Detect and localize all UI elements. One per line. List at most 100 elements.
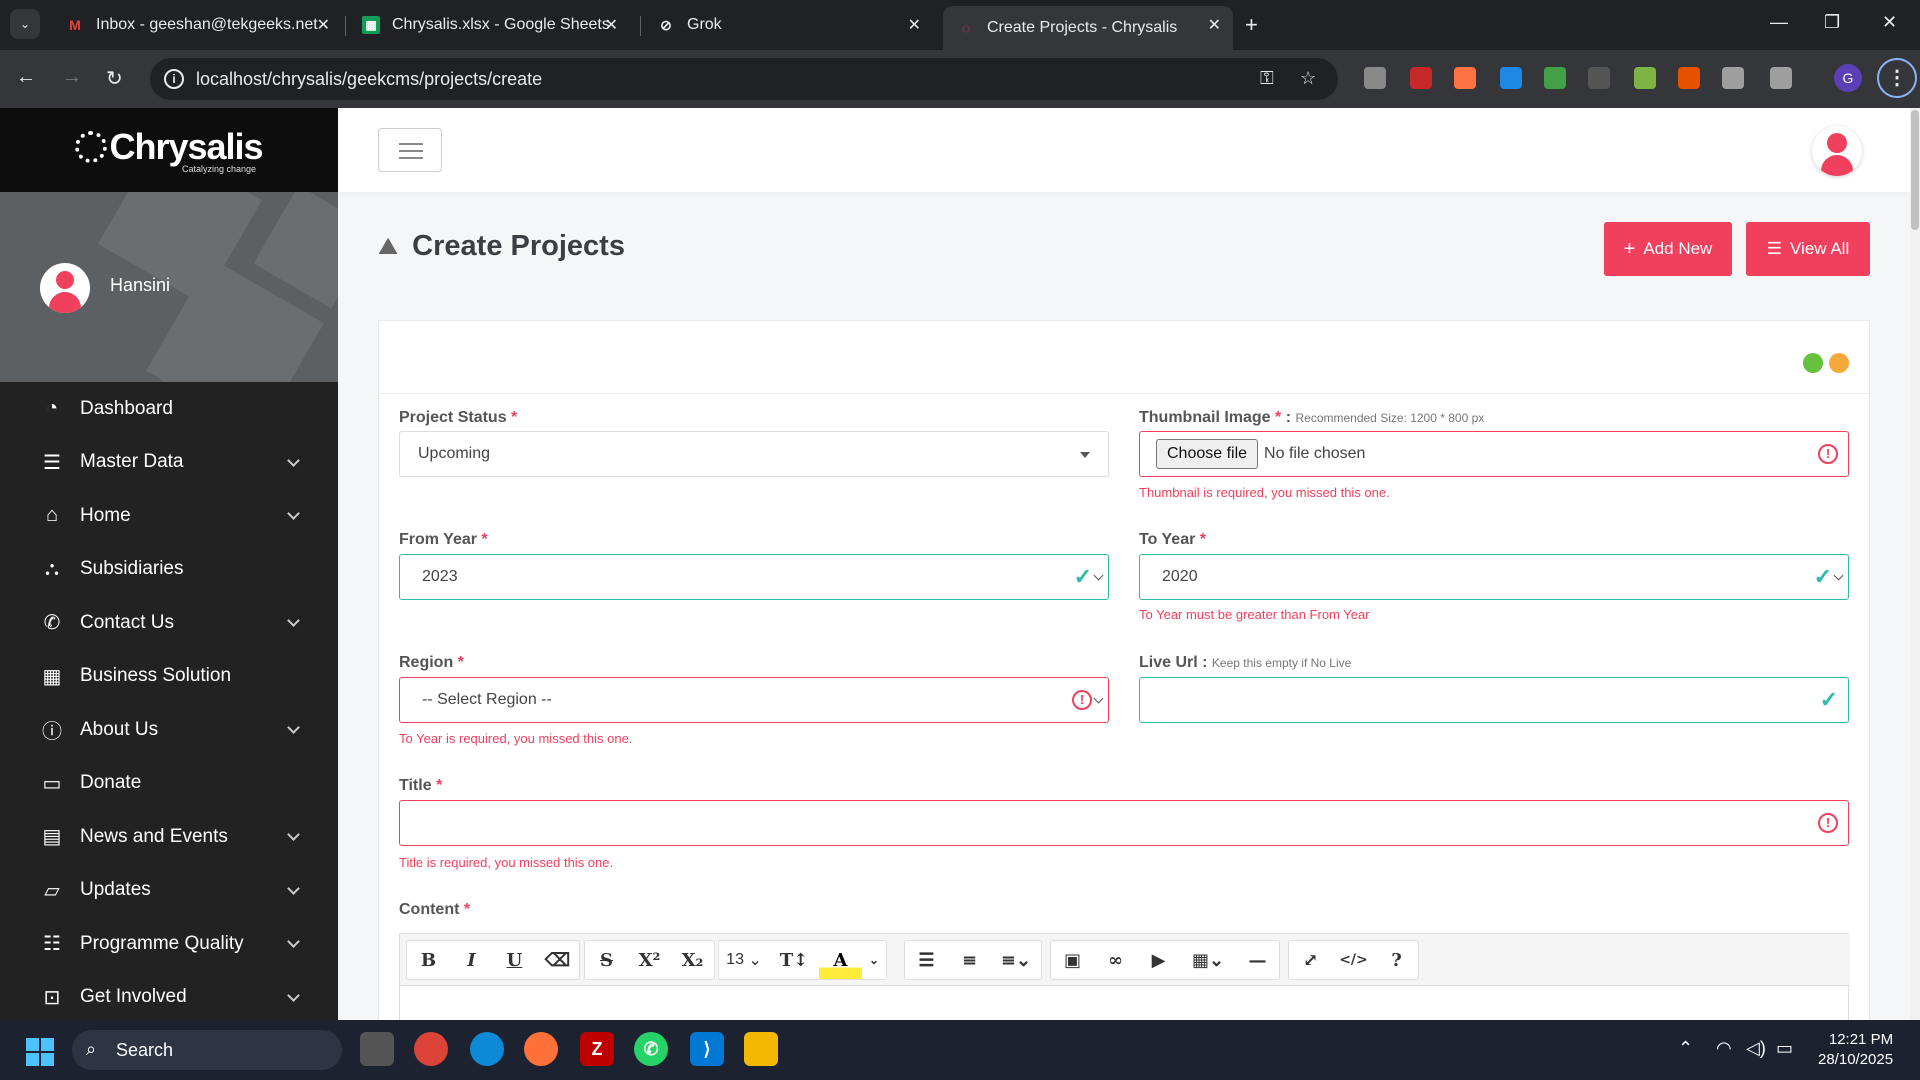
- close-icon[interactable]: ✕: [605, 15, 618, 35]
- italic-button[interactable]: I: [450, 941, 493, 979]
- profile-avatar[interactable]: G: [1834, 64, 1862, 92]
- sidebar-item-contact-us[interactable]: ✆ Contact Us: [0, 596, 338, 650]
- whatsapp-app-icon[interactable]: ✆: [634, 1032, 668, 1066]
- camera-extension-icon[interactable]: [1364, 67, 1386, 89]
- battery-icon[interactable]: ▭: [1776, 1038, 1793, 1059]
- sidebar-item-get-involved[interactable]: ⊡ Get Involved: [0, 971, 338, 1021]
- sheets-icon: ▦: [362, 16, 380, 34]
- chrome-menu-icon[interactable]: ⋮: [1877, 58, 1917, 98]
- header-user-avatar[interactable]: [1812, 126, 1862, 176]
- tab-gmail[interactable]: M Inbox - geeshan@tekgeeks.net ✕: [52, 6, 342, 44]
- help-icon[interactable]: ?: [1375, 941, 1418, 979]
- subscript-button[interactable]: X₂: [671, 941, 714, 979]
- bullet-list-button[interactable]: ☰: [905, 941, 948, 979]
- taskbar-search[interactable]: ⌕ Search: [72, 1030, 342, 1070]
- system-clock[interactable]: 12:21 PM 28/10/2025: [1818, 1030, 1893, 1070]
- view-all-button[interactable]: ☰ View All: [1746, 222, 1870, 276]
- video-icon[interactable]: ▶: [1137, 941, 1180, 979]
- live-url-input[interactable]: ✓: [1139, 677, 1849, 723]
- forward-icon[interactable]: →: [62, 66, 82, 89]
- tab-create-projects[interactable]: ◌ Create Projects - Chrysalis ✕: [943, 6, 1233, 50]
- bold-button[interactable]: B: [407, 941, 450, 979]
- user-avatar[interactable]: [40, 263, 90, 313]
- extensions-icon[interactable]: [1770, 67, 1792, 89]
- restore-icon[interactable]: ❐: [1824, 12, 1840, 33]
- close-icon[interactable]: ✕: [317, 15, 330, 35]
- site-info-icon[interactable]: i: [164, 69, 184, 89]
- sidebar-item-home[interactable]: ⌂ Home: [0, 489, 338, 543]
- link-icon[interactable]: ∞: [1094, 941, 1137, 979]
- firefox-app-icon[interactable]: [524, 1032, 558, 1066]
- align-button[interactable]: ≡⌄: [991, 941, 1041, 979]
- disabled-extension-icon[interactable]: [1588, 67, 1610, 89]
- sidebar-item-updates[interactable]: ▱ Updates: [0, 864, 338, 918]
- text-height-button[interactable]: T↕: [769, 941, 819, 979]
- pen-extension-icon[interactable]: [1678, 67, 1700, 89]
- sidebar-item-business-solution[interactable]: ▦ Business Solution: [0, 650, 338, 704]
- sidebar-item-dashboard[interactable]: ◔ Dashboard: [0, 382, 338, 436]
- sidebar-item-donate[interactable]: ▭ Donate: [0, 757, 338, 811]
- bookmark-star-icon[interactable]: ☆: [1300, 68, 1316, 89]
- strikethrough-button[interactable]: S: [585, 941, 628, 979]
- minimize-icon[interactable]: —: [1770, 12, 1788, 33]
- window-close-icon[interactable]: ✕: [1882, 12, 1897, 33]
- chevron-up-icon[interactable]: ⌃: [1678, 1038, 1693, 1059]
- underline-button[interactable]: U: [493, 941, 536, 979]
- chrome-app-icon[interactable]: [414, 1032, 448, 1066]
- highlight-color-button[interactable]: A: [819, 941, 862, 979]
- back-icon[interactable]: ←: [16, 66, 36, 89]
- fullscreen-icon[interactable]: ⤢: [1289, 941, 1332, 979]
- address-bar[interactable]: i localhost/chrysalis/geekcms/projects/c…: [150, 58, 1338, 100]
- sidebar-item-programme-quality[interactable]: ☷ Programme Quality: [0, 917, 338, 971]
- region-select[interactable]: -- Select Region -- !: [399, 677, 1109, 723]
- bug-extension-icon[interactable]: [1544, 67, 1566, 89]
- chevron-down-icon[interactable]: ⌄: [862, 941, 886, 979]
- tab-sheets[interactable]: ▦ Chrysalis.xlsx - Google Sheets ✕: [348, 6, 630, 44]
- thumbnail-error: Thumbnail is required, you missed this o…: [1139, 485, 1390, 500]
- tab-grok[interactable]: ⊘ Grok ✕: [643, 6, 933, 44]
- to-year-select[interactable]: 2020 ✓: [1139, 554, 1849, 600]
- reload-icon[interactable]: ↻: [106, 66, 123, 91]
- chrysalis-logo[interactable]: Chrysalis Catalyzing change: [0, 108, 338, 192]
- choose-file-button[interactable]: Choose file: [1156, 439, 1259, 469]
- horizontal-rule-icon[interactable]: —: [1236, 941, 1279, 979]
- page-scrollbar[interactable]: [1910, 108, 1920, 1020]
- sidebar-item-news-and-events[interactable]: ▤ News and Events: [0, 810, 338, 864]
- close-icon[interactable]: ✕: [908, 15, 921, 35]
- task-view-icon[interactable]: [360, 1032, 394, 1066]
- password-key-icon[interactable]: ⚿: [1260, 68, 1274, 89]
- windows-start-icon[interactable]: [26, 1038, 54, 1066]
- edge-app-icon[interactable]: [470, 1032, 504, 1066]
- volume-icon[interactable]: ◁): [1746, 1038, 1766, 1059]
- project-status-select[interactable]: Upcoming: [399, 431, 1109, 477]
- url-text[interactable]: localhost/chrysalis/geekcms/projects/cre…: [196, 69, 542, 90]
- eraser-icon[interactable]: ⌫: [536, 941, 579, 979]
- seo-extension-icon[interactable]: [1410, 67, 1432, 89]
- scrollbar-thumb[interactable]: [1911, 110, 1919, 230]
- puzzle-color-extension-icon[interactable]: [1634, 67, 1656, 89]
- fox-extension-icon[interactable]: [1454, 67, 1476, 89]
- thumbnail-file-input[interactable]: Choose file No file chosen !: [1139, 431, 1849, 477]
- file-explorer-app-icon[interactable]: [744, 1032, 778, 1066]
- font-size-select[interactable]: 13 ⌄: [719, 941, 769, 979]
- sidebar-item-master-data[interactable]: ☰ Master Data: [0, 436, 338, 490]
- tag-extension-icon[interactable]: [1500, 67, 1522, 89]
- sidebar-item-subsidiaries[interactable]: ⛬ Subsidiaries: [0, 543, 338, 597]
- close-icon[interactable]: ✕: [1208, 15, 1221, 35]
- add-new-button[interactable]: + Add New: [1604, 222, 1732, 276]
- from-year-select[interactable]: 2023 ✓: [399, 554, 1109, 600]
- title-input[interactable]: !: [399, 800, 1849, 846]
- code-view-icon[interactable]: </>: [1332, 941, 1375, 979]
- vscode-app-icon[interactable]: ⟩: [690, 1032, 724, 1066]
- filezilla-app-icon[interactable]: Z: [580, 1032, 614, 1066]
- sidebar-item-about-us[interactable]: ⓘ About Us: [0, 703, 338, 757]
- table-icon[interactable]: ▦⌄: [1180, 941, 1236, 979]
- hamburger-menu-button[interactable]: [378, 128, 442, 172]
- eyedropper-extension-icon[interactable]: [1722, 67, 1744, 89]
- wifi-icon[interactable]: ◠: [1716, 1038, 1732, 1059]
- tab-search-button[interactable]: ⌄: [10, 9, 40, 39]
- superscript-button[interactable]: X²: [628, 941, 671, 979]
- image-icon[interactable]: ▣: [1051, 941, 1094, 979]
- numbered-list-button[interactable]: ≡: [948, 941, 991, 979]
- new-tab-button[interactable]: +: [1245, 12, 1258, 38]
